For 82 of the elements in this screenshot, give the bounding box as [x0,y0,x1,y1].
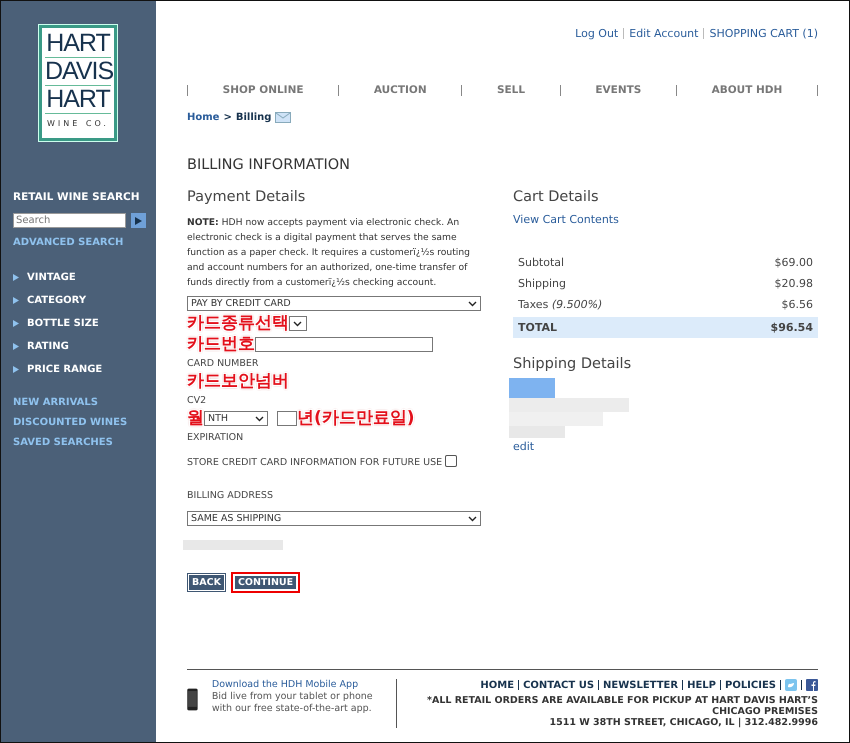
account-link[interactable]: Edit Account [629,27,698,40]
card-number-field[interactable] [255,337,433,352]
page-title: BILLING INFORMATION [187,157,351,173]
address-text: 1511 W 38TH STREET, CHICAGO, IL | 312.482.9996 [549,717,818,728]
nav-item[interactable]: SHOP ONLINE [222,84,304,96]
search-field[interactable]: Search [13,213,126,228]
footer-link[interactable]: CONTACT US [523,680,594,690]
triangle-right-icon [13,297,19,304]
triangle-right-icon [13,274,19,281]
filter-item[interactable]: BOTTLE SIZE [13,318,156,329]
note-text: NOTE: HDH now accepts payment via electronic check. An electronic check is a digital payment that serves the same function as a paper check. It requires a customerï¿½s routing and account numbers for an authorized, one-time transfer of funds directly from a customerï¿½s checking account. [187,216,472,290]
annotation-text: 년(카드만료일) [297,409,415,428]
logo-word: DAVIS [45,58,111,86]
chevron-down-icon [468,516,477,522]
account-link[interactable]: Log Out [575,27,618,40]
nav-item[interactable]: EVENTS [595,84,642,96]
billing-address-select[interactable]: SAME AS SHIPPING [187,511,481,526]
triangle-right-icon [135,216,142,224]
footer-link[interactable]: POLICIES [724,680,776,690]
cart-row-label: Taxes (9.500%) [518,298,602,311]
sidebar-title: RETAIL WINE SEARCH [13,191,141,203]
chevron-down-icon [255,416,264,422]
logo-word: HART [45,30,111,58]
nav-item[interactable]: SELL [496,84,526,96]
triangle-right-icon [13,366,19,373]
annotation-text: 카드번호 [187,335,255,354]
field-label: CV2 [187,395,208,406]
logo[interactable]: HART DAVIS HART WINE CO. [39,25,117,141]
annotation-text: 카드종류선택 [187,314,289,333]
total-amount: $96.54 [770,321,813,334]
continue-button[interactable]: CONTINUE [230,572,300,593]
field-label: EXPIRATION [187,432,244,443]
cart-row-amount: $69.00 [774,256,813,269]
cart-row-amount: $20.98 [774,277,813,290]
section-title: Cart Details [513,189,600,205]
sidebar-link[interactable]: SAVED SEARCHES [13,437,156,448]
annotation-text: 월 [187,409,204,428]
card-type-select[interactable] [289,316,307,331]
month-select[interactable]: NTH [204,411,268,426]
filter-item[interactable]: RATING [13,341,156,352]
logo-tagline: WINE CO. [47,119,109,128]
footer-link[interactable]: HELP [687,680,716,690]
cart-row-label: Shipping [518,277,566,290]
breadcrumb-current: Billing [236,112,272,123]
f-logo-icon[interactable] [806,679,818,691]
sidebar-link[interactable]: DISCOUNTED WINES [13,417,156,428]
total-label: TOTAL [518,321,558,334]
triangle-right-icon [13,343,19,350]
back-button[interactable]: BACK [187,573,226,592]
footer-link[interactable]: HOME [480,680,514,690]
breadcrumb-separator: > [223,112,232,123]
cart-row-label: Subtotal [518,256,564,269]
section-title: Payment Details [187,189,306,205]
breadcrumb-link[interactable]: Home [187,112,220,123]
year-select[interactable] [277,411,297,426]
footer-link[interactable]: NEWSLETTER [603,680,678,690]
sidebar-link[interactable]: NEW ARRIVALS [13,397,156,408]
advanced-search-link[interactable]: ADVANCED SEARCH [13,237,156,248]
annotation-text: 카드보안넘버 [187,372,289,391]
field-label: CARD NUMBER [187,358,260,369]
search-button[interactable] [131,213,146,228]
cart-row-amount: $6.56 [782,298,813,311]
checkbox[interactable] [445,454,458,466]
chevron-down-icon [293,320,302,326]
triangle-right-icon [13,320,19,327]
edit-link[interactable]: edit [513,440,818,453]
field-label: BILLING ADDRESS [187,490,274,501]
filter-item[interactable]: PRICE RANGE [13,364,156,375]
account-link[interactable]: SHOPPING CART (1) [709,27,818,40]
chevron-down-icon [468,300,477,306]
section-title: Shipping Details [513,356,632,372]
nav-item[interactable]: AUCTION [374,84,427,96]
payment-method-select[interactable]: PAY BY CREDIT CARD [187,296,481,311]
app-title-link[interactable]: Download the HDH Mobile App [212,679,388,691]
pickup-notice: *ALL RETAIL ORDERS ARE AVAILABLE FOR PICKUP AT HART DAVIS HART’S CHICAGO PREMISES [426,695,818,717]
checkbox-label: STORE CREDIT CARD INFORMATION FOR FUTURE USE [187,457,442,468]
logo-word: HART [45,86,111,114]
view-cart-link[interactable]: View Cart Contents [513,213,818,226]
nav-item[interactable]: ABOUT HDH [712,84,782,96]
filter-item[interactable]: VINTAGE [13,272,156,283]
filter-item[interactable]: CATEGORY [13,295,156,306]
app-description: Bid live from your tablet or phone with our free state-of-the-art app. [212,691,374,715]
